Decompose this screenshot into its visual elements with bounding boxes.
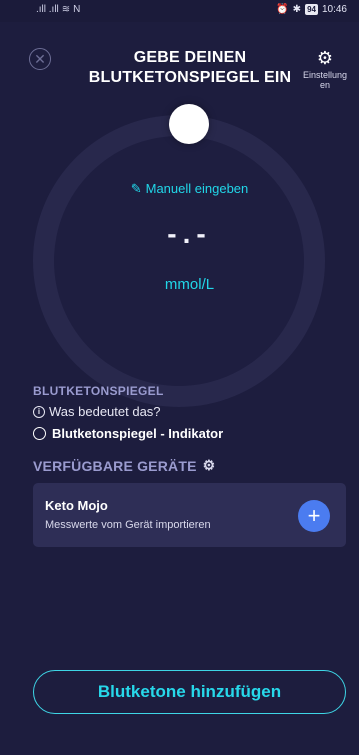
wifi-icon: ≋ xyxy=(61,4,71,15)
indicator-label: Blutketonspiegel - Indikator xyxy=(52,426,224,441)
dial-inner-circle xyxy=(54,136,304,386)
device-card[interactable]: Keto Mojo Messwerte vom Gerät importiere… xyxy=(33,483,346,547)
status-time: 10:46 xyxy=(321,4,347,15)
plus-icon: + xyxy=(307,503,321,528)
alarm-icon: ⏰ xyxy=(276,4,289,15)
battery-icon: 94 xyxy=(305,4,318,15)
status-bar: .ıll .ıll ≋ N ⏰ ✱ 94 10:46 xyxy=(0,0,359,22)
dial-knob[interactable] xyxy=(169,104,209,144)
settings-button[interactable]: ⚙ Einstellungen xyxy=(301,48,349,90)
status-right: ⏰ ✱ 94 10:46 xyxy=(276,4,347,15)
info-link[interactable]: i Was bedeutet das? xyxy=(33,404,161,419)
device-description: Messwerte vom Gerät importieren xyxy=(45,519,211,531)
devices-title-label: VERFÜGBARE GERÄTE xyxy=(33,457,197,474)
status-left: .ıll .ıll ≋ N xyxy=(36,4,80,15)
settings-label: Einstellungen xyxy=(302,70,348,90)
blood-ketone-section-title: BLUTKETONSPIEGEL xyxy=(33,384,164,398)
manual-entry-button[interactable]: ✎ Manuell eingeben xyxy=(0,181,359,197)
signal-icon: .ıll .ıll xyxy=(36,4,59,15)
indicator-radio-option[interactable]: Blutketonspiegel - Indikator xyxy=(33,426,223,441)
info-icon: i xyxy=(33,405,45,418)
edit-icon: ✎ xyxy=(130,181,142,196)
close-button[interactable]: ✕ xyxy=(29,48,51,70)
ketone-value: -.- xyxy=(167,218,212,249)
add-ketones-button[interactable]: Blutketone hinzufügen xyxy=(33,670,346,714)
ketone-unit: mmol/L xyxy=(164,276,215,293)
bluetooth-icon: ✱ xyxy=(292,4,302,15)
device-name: Keto Mojo xyxy=(45,498,108,513)
close-icon: ✕ xyxy=(34,51,46,67)
devices-section-title: VERFÜGBARE GERÄTE ⚙ xyxy=(33,457,215,474)
gear-icon: ⚙ xyxy=(316,48,334,68)
manual-entry-label: Manuell eingeben xyxy=(145,181,249,196)
devices-gear-icon[interactable]: ⚙ xyxy=(203,457,216,474)
info-link-label: Was bedeutet das? xyxy=(49,404,161,419)
nfc-icon: N xyxy=(73,4,81,15)
page-title: GEBE DEINEN BLUTKETONSPIEGEL EIN xyxy=(88,49,292,86)
add-device-button[interactable]: + xyxy=(298,500,330,532)
radio-button[interactable] xyxy=(33,427,46,440)
